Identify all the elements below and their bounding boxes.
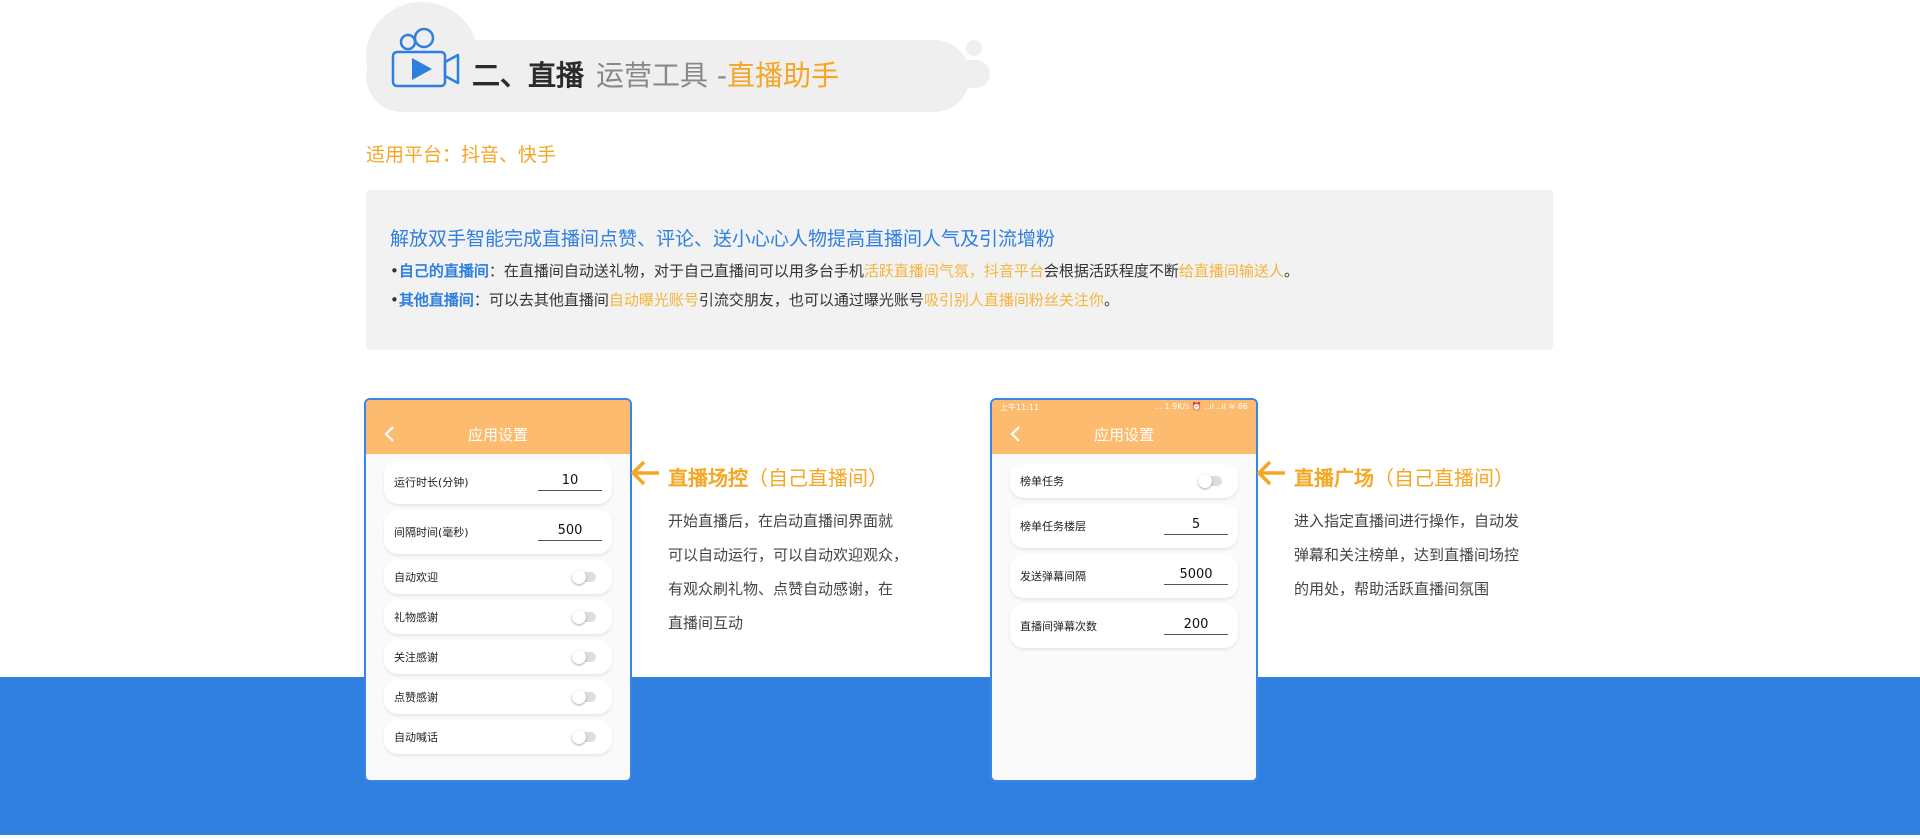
back-arrow-icon[interactable] <box>1006 424 1026 444</box>
info-line-own-room: •自己的直播间：在直播间自动送礼物，对于自己直播间可以用多台手机活跃直播间气氛，… <box>390 260 1299 281</box>
settings-list: 运行时长(分钟) 10 间隔时间(毫秒) 500 自动欢迎 礼物感谢 关注感谢 … <box>366 454 630 766</box>
setting-label: 关注感谢 <box>394 651 438 664</box>
arrow-left-icon <box>631 460 659 486</box>
desc-line: 进入指定直播间进行操作，自动发 <box>1294 512 1520 530</box>
desc-line: 弹幕和关注榜单，达到直播间场控 <box>1294 546 1520 564</box>
setting-follow-thanks: 关注感谢 <box>384 640 612 674</box>
section-tool: 直播助手 <box>727 59 840 92</box>
arrow-left-icon <box>1257 460 1285 486</box>
text: ：在直播间自动送礼物，对于自己直播间可以用多台手机 <box>488 262 864 280</box>
highlight: 给直播间输送人 <box>1178 262 1284 280</box>
back-arrow-icon[interactable] <box>380 424 400 444</box>
text: 会根据活跃程度不断 <box>1043 262 1179 280</box>
setting-label: 自动喊话 <box>394 731 438 744</box>
setting-label: 运行时长(分钟) <box>394 476 469 489</box>
desc-title-paren: （自己直播间） <box>1374 466 1514 490</box>
own-room-label: 自己的直播间 <box>398 262 489 280</box>
auto-shout-toggle[interactable] <box>572 730 596 744</box>
phone-mockup-field-control: 应用设置 运行时长(分钟) 10 间隔时间(毫秒) 500 自动欢迎 礼物感谢 … <box>364 398 632 782</box>
status-bar: 上午11:11 ... 1.9K/s ⏰ ..ıl ..ıl ≋ 86 <box>992 400 1256 414</box>
section-category: 运营工具 - <box>596 59 728 92</box>
app-bar-title: 应用设置 <box>467 425 528 444</box>
blue-footer-band <box>0 677 1920 835</box>
setting-rank-task: 榜单任务 <box>1010 464 1238 498</box>
app-bar: 应用设置 <box>992 414 1256 454</box>
bullet: • <box>390 291 399 309</box>
section-name: 二、直播 <box>472 59 585 92</box>
status-bar <box>366 400 630 414</box>
setting-label: 间隔时间(毫秒) <box>394 526 469 539</box>
desc-line: 的用处，帮助活跃直播间氛围 <box>1294 580 1490 598</box>
follow-thanks-toggle[interactable] <box>572 650 596 664</box>
app-bar: 应用设置 <box>366 414 630 454</box>
setting-label: 礼物感谢 <box>394 611 438 624</box>
setting-interval: 间隔时间(毫秒) 500 <box>384 510 612 554</box>
danmaku-interval-input[interactable]: 5000 <box>1164 567 1228 585</box>
setting-rank-floor: 榜单任务楼层 5 <box>1010 504 1238 548</box>
header-pill-bg-2 <box>900 60 990 88</box>
setting-like-thanks: 点赞感谢 <box>384 680 612 714</box>
danmaku-count-input[interactable]: 200 <box>1164 617 1228 635</box>
run-duration-input[interactable]: 10 <box>538 473 602 491</box>
rank-floor-input[interactable]: 5 <box>1164 517 1228 535</box>
setting-label: 榜单任务楼层 <box>1020 520 1086 533</box>
setting-run-duration: 运行时长(分钟) 10 <box>384 460 612 504</box>
other-room-label: 其他直播间 <box>398 291 474 309</box>
setting-label: 发送弹幕间隔 <box>1020 570 1086 583</box>
settings-list: 榜单任务 榜单任务楼层 5 发送弹幕间隔 5000 直播间弹幕次数 200 <box>992 454 1256 660</box>
video-camera-icon <box>391 27 460 88</box>
highlight: 吸引别人直播间粉丝关注你 <box>923 291 1104 309</box>
status-time: 上午11:11 <box>1000 403 1040 412</box>
setting-label: 榜单任务 <box>1020 475 1064 488</box>
desc-line: 有观众刷礼物、点赞自动感谢，在 <box>668 580 894 598</box>
setting-auto-welcome: 自动欢迎 <box>384 560 612 594</box>
desc-line: 可以自动运行，可以自动欢迎观众， <box>668 546 909 564</box>
header-dot <box>966 40 982 56</box>
setting-danmaku-interval: 发送弹幕间隔 5000 <box>1010 554 1238 598</box>
rank-task-toggle[interactable] <box>1198 474 1222 488</box>
desc-text-field-control: 开始直播后，在启动直播间界面就 可以自动运行，可以自动欢迎观众， 有观众刷礼物、… <box>668 504 908 640</box>
setting-auto-shout: 自动喊话 <box>384 720 612 754</box>
platform-label: 适用平台：抖音、快手 <box>366 144 557 166</box>
setting-label: 直播间弹幕次数 <box>1020 620 1097 633</box>
section-title: 二、直播 运营工具 -直播助手 <box>472 56 839 96</box>
bullet: • <box>390 262 399 280</box>
text: 。 <box>1283 262 1299 280</box>
like-thanks-toggle[interactable] <box>572 690 596 704</box>
info-line-other-room: •其他直播间：可以去其他直播间自动曝光账号引流交朋友，也可以通过曝光账号吸引别人… <box>390 289 1119 310</box>
info-title: 解放双手智能完成直播间点赞、评论、送小心心人物提高直播间人气及引流增粉 <box>390 228 1056 250</box>
setting-label: 自动欢迎 <box>394 571 438 584</box>
app-bar-title: 应用设置 <box>1093 425 1154 444</box>
desc-line: 开始直播后，在启动直播间界面就 <box>668 512 894 530</box>
desc-title-paren: （自己直播间） <box>748 466 888 490</box>
highlight: 活跃直播间气氛，抖音平台 <box>863 262 1044 280</box>
desc-line: 直播间互动 <box>668 614 744 632</box>
auto-welcome-toggle[interactable] <box>572 570 596 584</box>
desc-title-live-square: 直播广场（自己直播间） <box>1294 462 1514 491</box>
status-icons: ... 1.9K/s ⏰ ..ıl ..ıl ≋ 86 <box>1154 402 1248 411</box>
info-box: 解放双手智能完成直播间点赞、评论、送小心心人物提高直播间人气及引流增粉 •自己的… <box>366 190 1553 350</box>
desc-text-live-square: 进入指定直播间进行操作，自动发 弹幕和关注榜单，达到直播间场控 的用处，帮助活跃… <box>1294 504 1519 606</box>
setting-danmaku-count: 直播间弹幕次数 200 <box>1010 604 1238 648</box>
phone-mockup-live-square: 上午11:11 ... 1.9K/s ⏰ ..ıl ..ıl ≋ 86 应用设置… <box>990 398 1258 782</box>
setting-label: 点赞感谢 <box>394 691 438 704</box>
desc-title-main: 直播广场 <box>1294 466 1374 490</box>
text: ：可以去其他直播间 <box>473 291 609 309</box>
desc-title-main: 直播场控 <box>668 466 748 490</box>
gift-thanks-toggle[interactable] <box>572 610 596 624</box>
interval-input[interactable]: 500 <box>538 523 602 541</box>
setting-gift-thanks: 礼物感谢 <box>384 600 612 634</box>
text: 。 <box>1103 291 1119 309</box>
desc-title-field-control: 直播场控（自己直播间） <box>668 462 888 491</box>
text: 引流交朋友，也可以通过曝光账号 <box>698 291 924 309</box>
highlight: 自动曝光账号 <box>608 291 699 309</box>
